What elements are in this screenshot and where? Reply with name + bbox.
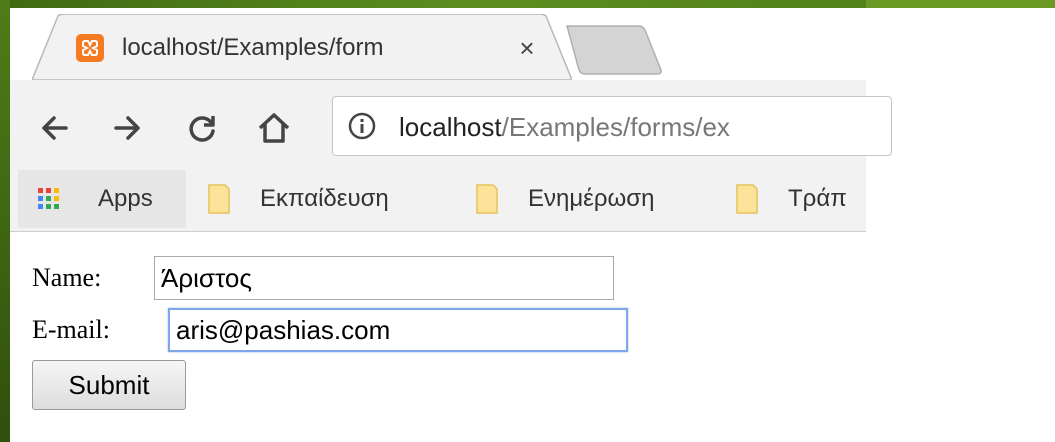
bookmark-label: Ενημέρωση [528,185,655,212]
page-content: Name: E-mail: Submit [10,232,866,442]
name-label: Name: [32,263,102,292]
name-input[interactable] [154,256,614,300]
apps-button[interactable]: Apps [18,170,186,228]
address-bar[interactable]: localhost/Examples/forms/ex [332,96,892,156]
home-icon[interactable] [254,108,294,148]
folder-icon [208,184,230,214]
url-path: /Examples/forms/ex [501,112,730,142]
tab-title: localhost/Examples/form [122,34,384,61]
xampp-icon [76,34,104,62]
bookmark-item-enimerosi[interactable]: Ενημέρωση [476,182,716,216]
bookmark-label: Εκπαίδευση [260,185,389,212]
url-host: localhost [399,112,502,142]
tab-active[interactable]: localhost/Examples/form × [32,14,572,80]
forward-icon[interactable] [108,108,148,148]
bookmark-item-ekpaideusi[interactable]: Εκπαίδευση [208,182,448,216]
apps-grid-icon [38,188,59,209]
address-url[interactable]: localhost/Examples/forms/ex [399,109,869,145]
bookmark-label: Τράπ [788,185,847,212]
slide-background-right [866,0,1055,8]
new-tab-button[interactable] [565,24,665,76]
toolbar: localhost/Examples/forms/ex [10,80,892,169]
folder-icon [736,184,758,214]
reload-icon[interactable] [182,108,222,148]
folder-icon [476,184,498,214]
close-icon[interactable]: × [512,32,542,64]
bookmark-item-trap[interactable]: Τράπ [736,182,866,216]
slide-background-left [0,0,10,442]
email-label: E-mail: [32,315,110,344]
submit-button[interactable]: Submit [32,360,186,410]
browser-window: localhost/Examples/form × localhost/Exam… [10,8,892,442]
tab-strip: localhost/Examples/form × [10,8,866,80]
email-input[interactable] [168,308,628,352]
info-icon[interactable] [347,111,377,141]
apps-label: Apps [98,185,153,212]
back-icon[interactable] [34,108,74,148]
bookmarks-bar: Apps Εκπαίδευση Ενημέρωση Τράπ [10,168,866,232]
